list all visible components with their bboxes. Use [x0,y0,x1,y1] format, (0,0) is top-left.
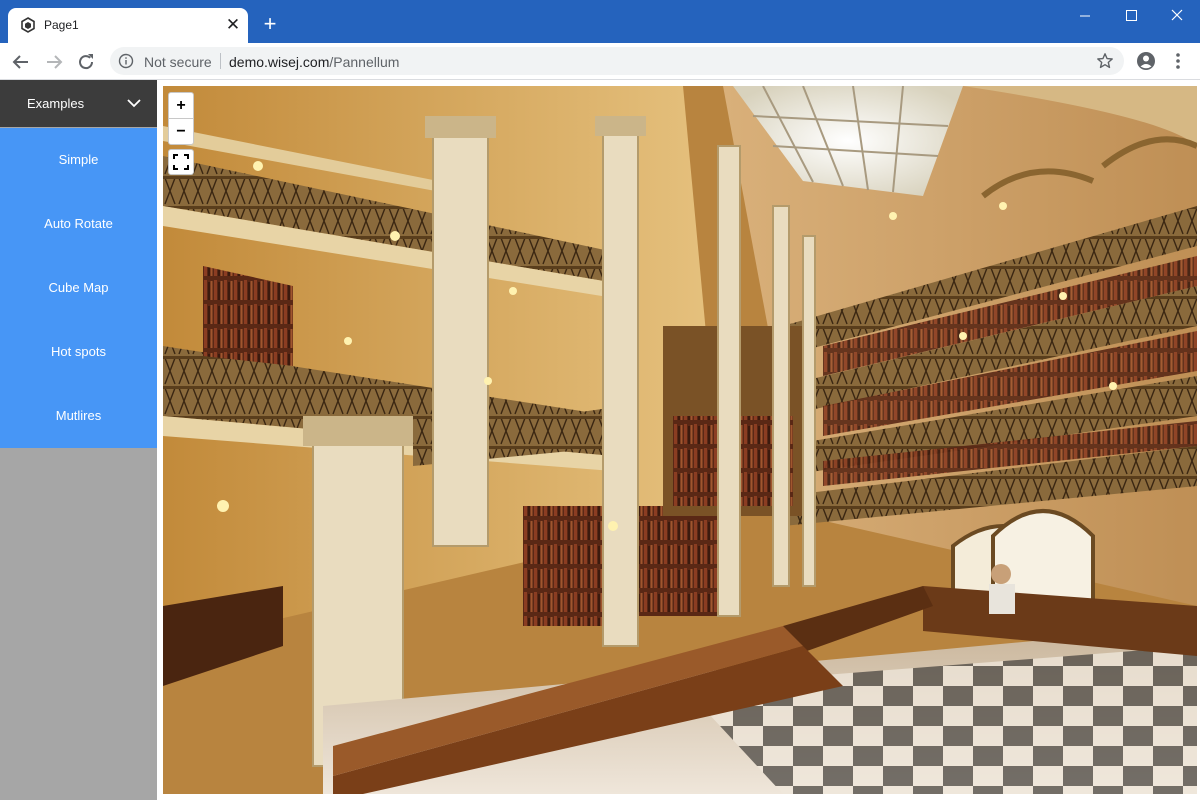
menu-item-auto-rotate[interactable]: Auto Rotate [0,192,157,256]
zoom-in-button[interactable]: + [169,93,193,119]
url-text[interactable]: demo.wisej.com/Pannellum [229,54,399,70]
fullscreen-button[interactable] [168,149,194,175]
address-bar[interactable]: Not secure demo.wisej.com/Pannellum [110,47,1124,75]
url-path: /Pannellum [329,54,400,70]
tab-title: Page1 [44,18,79,32]
app-content: Examples Simple Auto Rotate Cube Map Hot… [0,80,1200,800]
maximize-icon[interactable] [1108,0,1154,32]
window-titlebar: Page1 ✕ + [0,0,1200,43]
back-icon[interactable] [8,49,34,75]
close-icon[interactable] [1154,0,1200,32]
zoom-control: + − [168,92,194,145]
browser-tab[interactable]: Page1 ✕ [8,8,248,43]
browser-toolbar: Not secure demo.wisej.com/Pannellum [0,43,1200,80]
omnibox-divider [220,53,221,69]
menu-item-hot-spots[interactable]: Hot spots [0,320,157,384]
fullscreen-icon [173,154,189,170]
minimize-icon[interactable] [1062,0,1108,32]
library-panorama-image[interactable] [163,86,1197,794]
chevron-down-icon[interactable] [126,97,142,109]
examples-dropdown[interactable]: Examples [0,80,157,127]
forward-icon[interactable] [41,49,67,75]
examples-menu: Simple Auto Rotate Cube Map Hot spots Mu… [0,128,157,448]
zoom-out-button[interactable]: − [169,119,193,145]
account-icon[interactable] [1134,49,1158,73]
wisej-favicon-icon [21,17,35,33]
menu-item-simple[interactable]: Simple [0,128,157,192]
star-icon[interactable] [1096,52,1114,70]
reload-icon[interactable] [73,49,99,75]
menu-item-multires[interactable]: Mutlires [0,384,157,448]
examples-label: Examples [27,96,85,111]
menu-icon[interactable] [1166,49,1190,73]
url-host: demo.wisej.com [229,54,330,70]
sidebar: Examples Simple Auto Rotate Cube Map Hot… [0,80,157,800]
tab-close-icon[interactable]: ✕ [222,14,244,36]
panorama-viewer[interactable]: + − [163,86,1197,794]
security-label[interactable]: Not secure [144,54,212,70]
menu-item-cube-map[interactable]: Cube Map [0,256,157,320]
new-tab-button[interactable]: + [258,12,282,36]
info-icon[interactable] [118,53,134,69]
